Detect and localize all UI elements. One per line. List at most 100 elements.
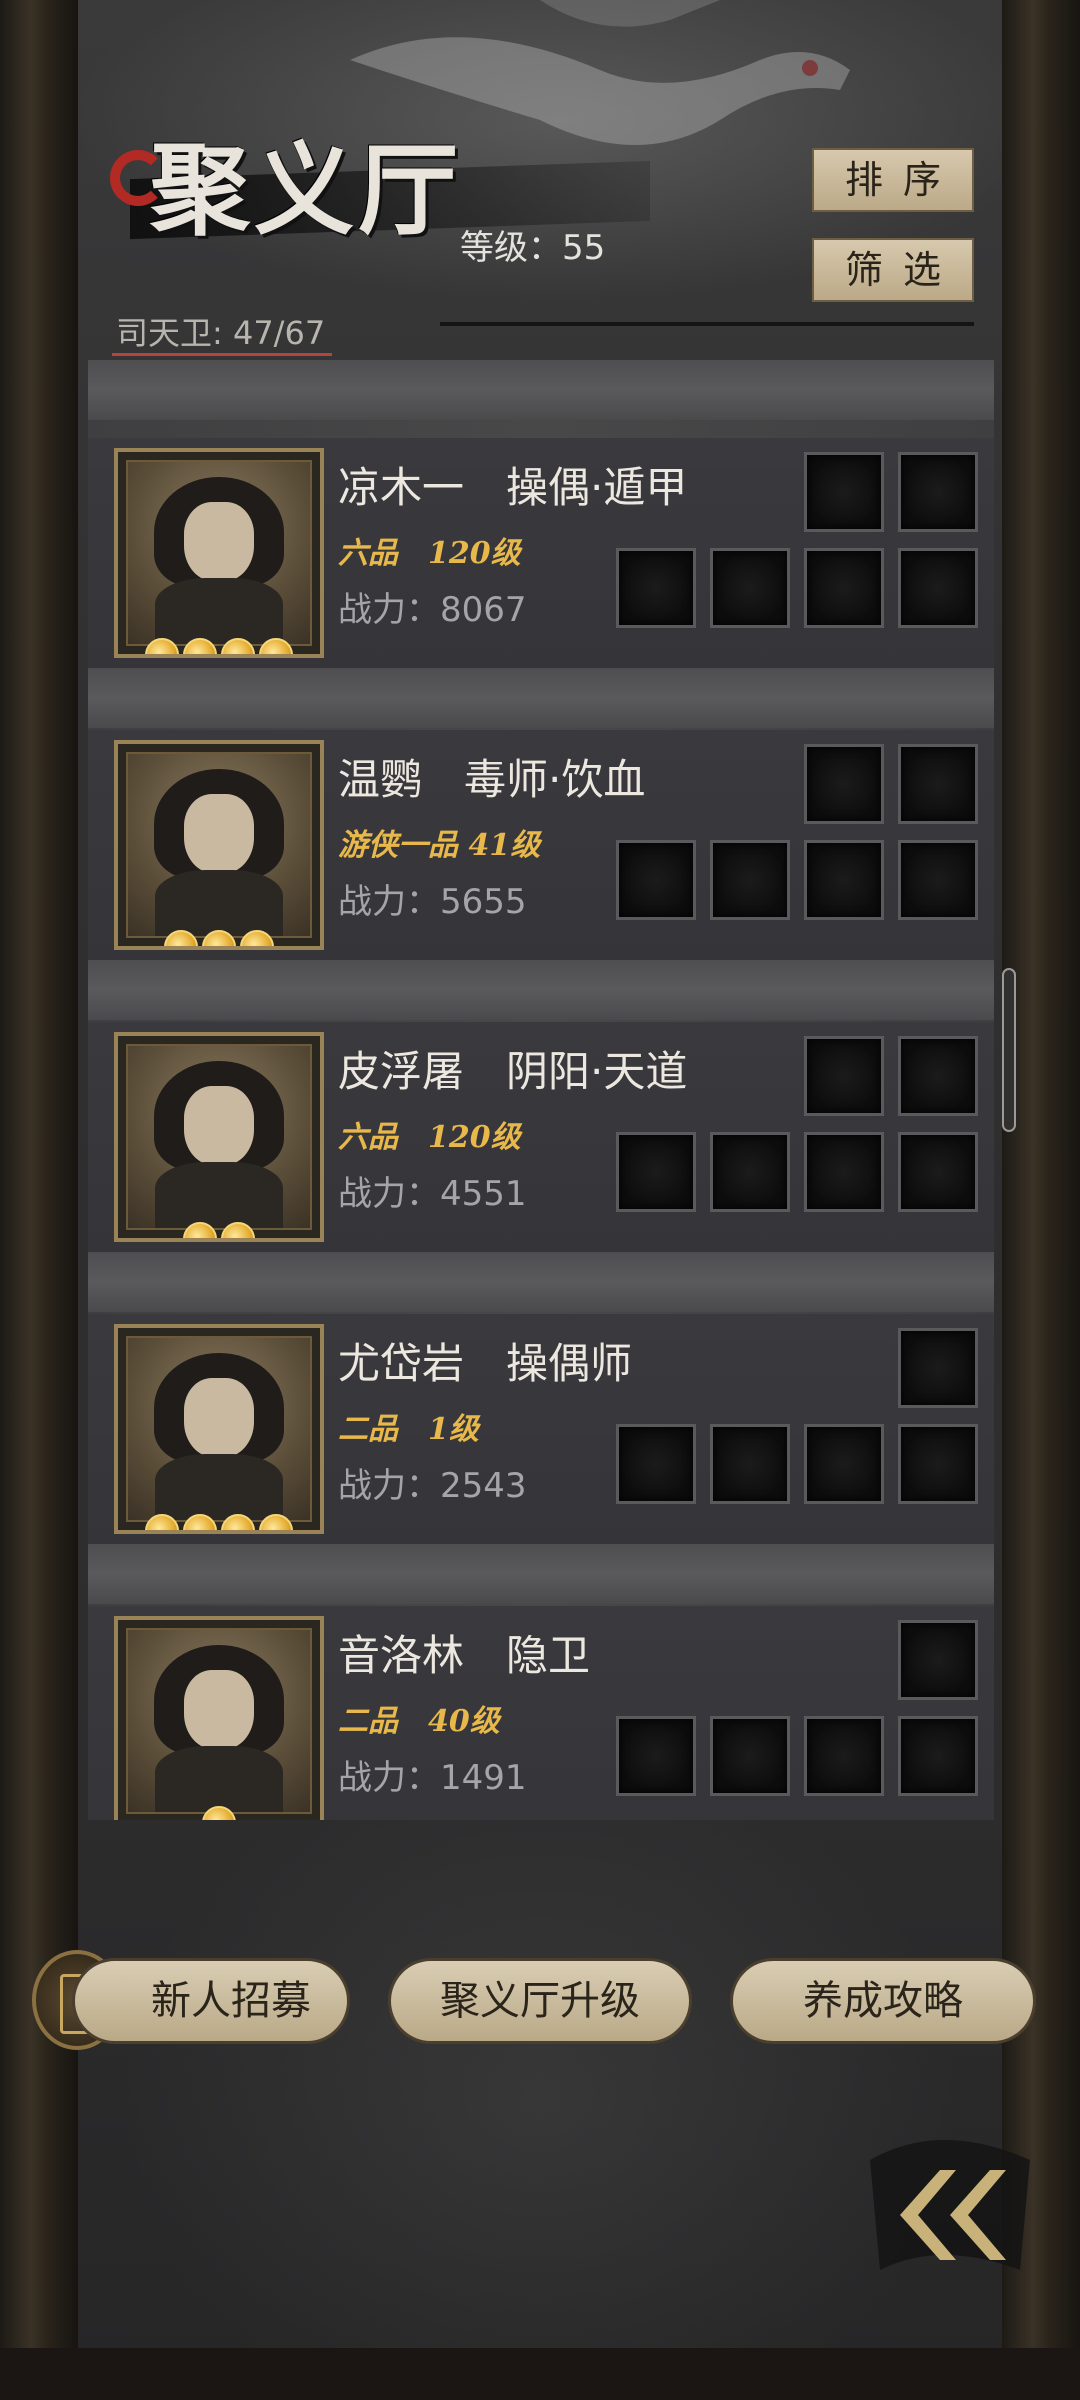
list-scrollbar[interactable]: [1002, 968, 1016, 1132]
filter-button[interactable]: 筛选: [812, 238, 974, 302]
page-title: 聚义厅: [150, 131, 462, 249]
hall-level: 等级：55: [460, 228, 606, 268]
equipment-slot[interactable]: [616, 840, 696, 920]
star-icon: [221, 1222, 255, 1238]
equipment-slot[interactable]: [710, 548, 790, 628]
body-shape: [155, 870, 283, 936]
guard-underline: [112, 353, 332, 356]
sort-button[interactable]: 排序: [812, 148, 974, 212]
star-icon: [183, 1222, 217, 1238]
hero-grade: 二品 40级: [338, 1704, 500, 1739]
body-shape: [155, 1746, 283, 1812]
star-icon: [164, 930, 198, 946]
star-icon: [202, 930, 236, 946]
equipment-slot[interactable]: [898, 840, 978, 920]
equipment-slot[interactable]: [804, 1132, 884, 1212]
face-shape: [184, 794, 254, 875]
hero-name: 凉木一 操偶·遁甲: [338, 463, 688, 512]
hero-name: 皮浮屠 阴阳·天道: [338, 1047, 688, 1096]
list-separator: [88, 1544, 994, 1604]
equipment-slot[interactable]: [898, 744, 978, 824]
equipment-slot[interactable]: [616, 1132, 696, 1212]
hero-grade: 六品 120级: [338, 1120, 521, 1155]
double-chevron-left-icon[interactable]: [860, 2120, 1040, 2280]
equipment-slot[interactable]: [804, 1716, 884, 1796]
equipment-slot[interactable]: [616, 1424, 696, 1504]
equipment-slot[interactable]: [898, 1036, 978, 1116]
hero-name: 音洛林 隐卫: [338, 1631, 591, 1680]
equipment-slot[interactable]: [616, 1716, 696, 1796]
hero-card[interactable]: 尤岱岩 操偶师二品 1级战力：2543: [88, 1314, 994, 1544]
equipment-slot[interactable]: [898, 1424, 978, 1504]
star-rating: [118, 1222, 320, 1238]
equipment-slot[interactable]: [804, 840, 884, 920]
face-shape: [184, 1670, 254, 1751]
bottom-bar: [0, 2348, 1080, 2400]
equipment-slot[interactable]: [898, 1620, 978, 1700]
star-icon: [259, 1514, 293, 1530]
hero-power: 战力：4551: [338, 1174, 527, 1214]
portrait-art: [126, 1336, 312, 1522]
list-separator: [88, 960, 994, 1020]
equipment-slot[interactable]: [804, 1424, 884, 1504]
star-icon: [221, 1514, 255, 1530]
hero-name: 温鹦 毒师·饮血: [338, 755, 646, 804]
face-shape: [184, 1086, 254, 1167]
hero-name: 尤岱岩 操偶师: [338, 1339, 633, 1388]
hero-portrait[interactable]: [114, 740, 324, 950]
portrait-art: [126, 460, 312, 646]
equipment-slot[interactable]: [710, 840, 790, 920]
list-separator: [88, 1252, 994, 1312]
guard-count: 司天卫: 47/67: [116, 314, 326, 352]
hero-portrait[interactable]: [114, 1032, 324, 1242]
equipment-slot[interactable]: [804, 548, 884, 628]
star-rating: [118, 1514, 320, 1530]
list-separator: [88, 668, 994, 728]
guide-button[interactable]: 养成攻略: [730, 1958, 1036, 2044]
equipment-slot[interactable]: [898, 1132, 978, 1212]
hero-portrait[interactable]: [114, 448, 324, 658]
equipment-slot[interactable]: [710, 1132, 790, 1212]
equipment-slot[interactable]: [898, 548, 978, 628]
star-icon: [183, 638, 217, 654]
face-shape: [184, 502, 254, 583]
body-shape: [155, 1162, 283, 1228]
hero-power: 战力：1491: [338, 1758, 527, 1798]
body-shape: [155, 578, 283, 644]
star-rating: [118, 1806, 320, 1820]
hero-grade: 二品 1级: [338, 1412, 479, 1447]
hero-card[interactable]: 音洛林 隐卫二品 40级战力：1491: [88, 1606, 994, 1820]
equipment-slot[interactable]: [804, 1036, 884, 1116]
hero-grade: 游侠一品 41级: [338, 828, 541, 863]
hall-upgrade-button[interactable]: 聚义厅升级: [388, 1958, 692, 2044]
portrait-art: [126, 752, 312, 938]
star-icon: [183, 1514, 217, 1530]
equipment-slot[interactable]: [710, 1424, 790, 1504]
portrait-art: [126, 1044, 312, 1230]
recruit-button[interactable]: 新人招募: [72, 1958, 350, 2044]
hero-power: 战力：2543: [338, 1466, 527, 1506]
hero-portrait[interactable]: [114, 1616, 324, 1820]
hero-card[interactable]: 皮浮屠 阴阳·天道六品 120级战力：4551: [88, 1022, 994, 1252]
star-icon: [145, 638, 179, 654]
equipment-slot[interactable]: [616, 548, 696, 628]
hero-list[interactable]: 凉木一 操偶·遁甲 六品 120级 战力：8067 温鹦 毒师·饮血 游侠一品 41级战…: [88, 360, 994, 1820]
equipment-slot[interactable]: [898, 1328, 978, 1408]
hero-power: 战力：8067: [338, 590, 527, 630]
star-rating: [118, 930, 320, 946]
equipment-slot[interactable]: [898, 452, 978, 532]
equipment-slot[interactable]: [710, 1716, 790, 1796]
portrait-art: [126, 1628, 312, 1814]
header-divider: [440, 322, 974, 326]
star-rating: [118, 638, 320, 654]
star-icon: [202, 1806, 236, 1820]
hero-card[interactable]: 凉木一 操偶·遁甲六品 120级战力：8067: [88, 438, 994, 668]
equipment-slot[interactable]: [804, 452, 884, 532]
hero-card[interactable]: 温鹦 毒师·饮血 游侠一品 41级 战力：5655: [88, 730, 994, 960]
equipment-slot[interactable]: [804, 744, 884, 824]
list-separator: [88, 360, 994, 420]
body-shape: [155, 1454, 283, 1520]
equipment-slot[interactable]: [898, 1716, 978, 1796]
hero-portrait[interactable]: [114, 1324, 324, 1534]
hero-grade: 六品 120级: [338, 536, 521, 571]
